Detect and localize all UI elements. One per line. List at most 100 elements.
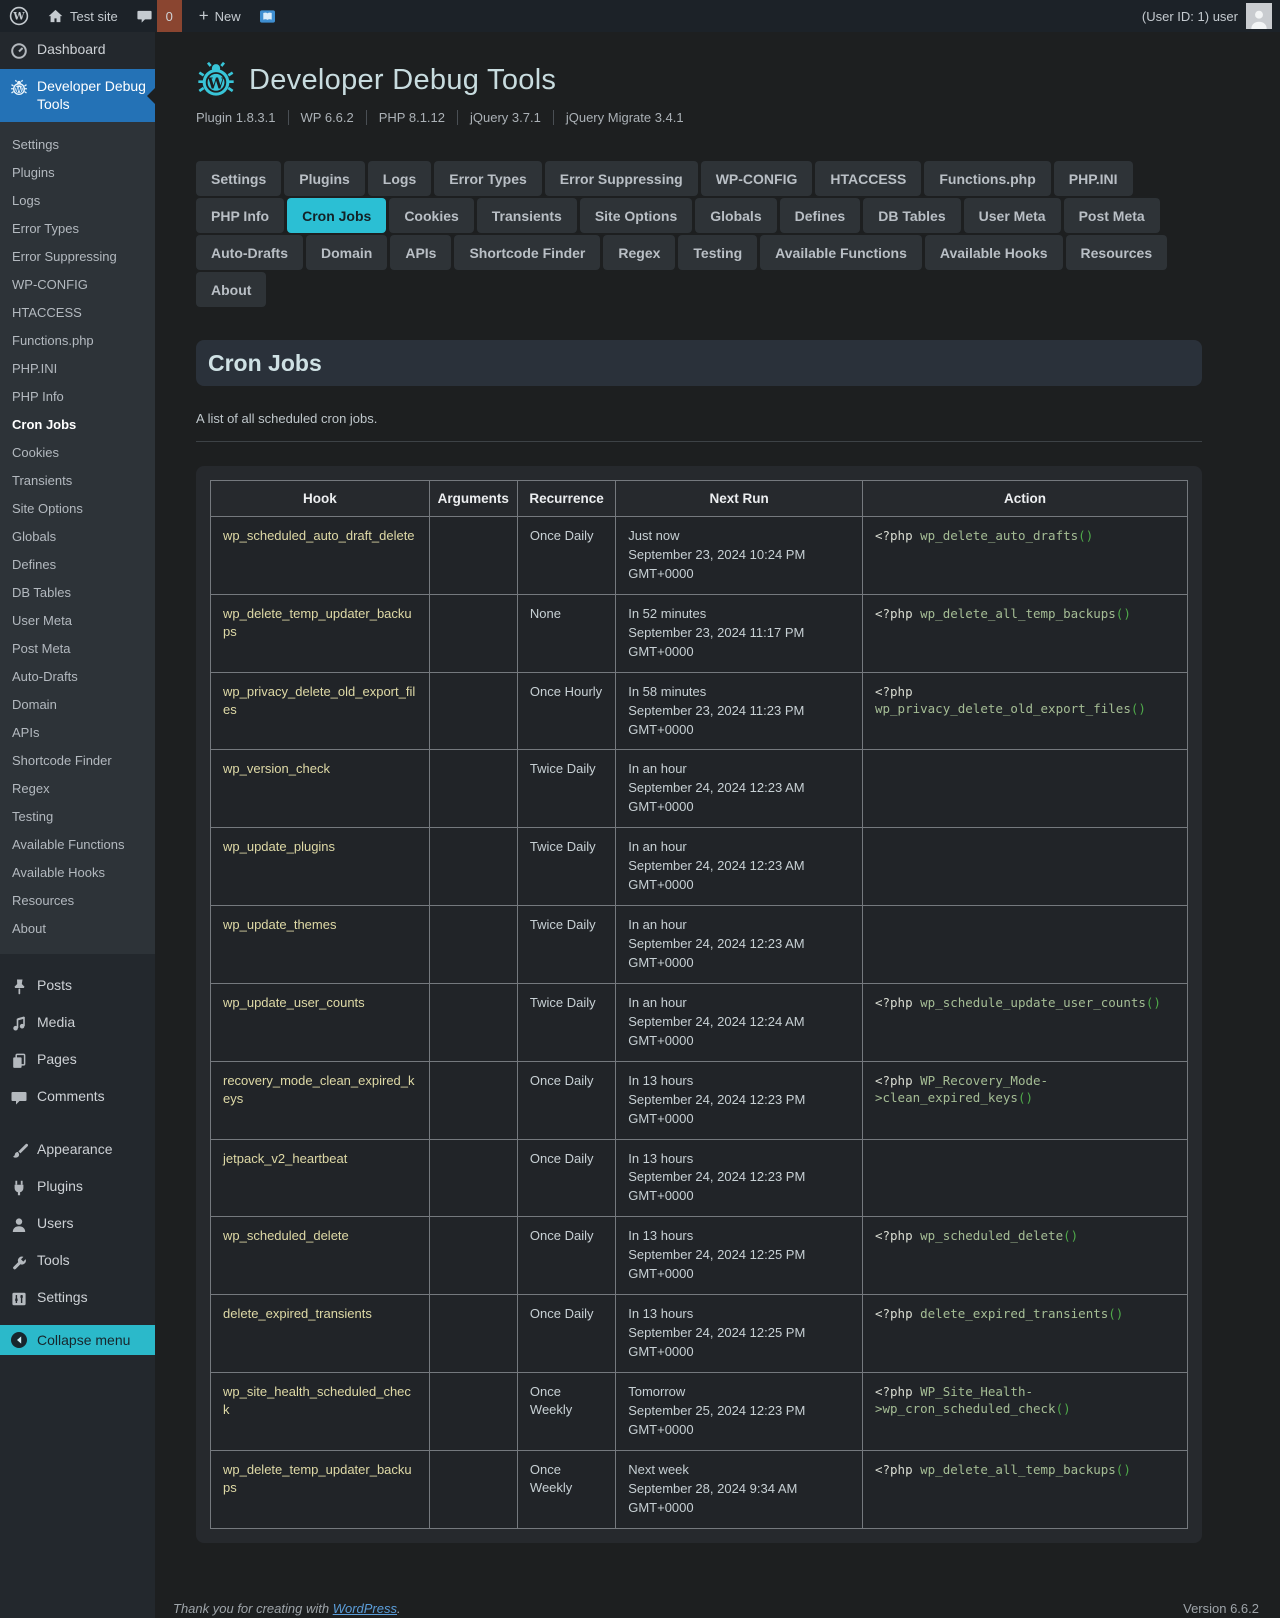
tab[interactable]: Plugins — [284, 161, 365, 196]
admin-footer: Thank you for creating with WordPress. V… — [173, 1601, 1259, 1618]
hook-cell: wp_update_themes — [211, 906, 430, 984]
tab[interactable]: Globals — [695, 198, 776, 233]
tab[interactable]: Shortcode Finder — [454, 235, 600, 270]
tab[interactable]: User Meta — [964, 198, 1061, 233]
tab[interactable]: Functions.php — [924, 161, 1050, 196]
tab[interactable]: Available Functions — [760, 235, 922, 270]
tab[interactable]: Testing — [678, 235, 757, 270]
sidebar-subitem[interactable]: Auto-Drafts — [0, 662, 155, 690]
tab[interactable]: Error Types — [434, 161, 542, 196]
sidebar-subitem[interactable]: Cookies — [0, 438, 155, 466]
callback-name: wp_scheduled_delete — [920, 1228, 1063, 1243]
sidebar-subitem[interactable]: Domain — [0, 690, 155, 718]
book-button[interactable] — [250, 0, 285, 32]
sidebar-subitem[interactable]: APIs — [0, 718, 155, 746]
sidebar-subitem[interactable]: Resources — [0, 886, 155, 914]
hook-cell: wp_scheduled_auto_draft_delete — [211, 517, 430, 595]
sidebar-item-tools[interactable]: Tools — [0, 1243, 155, 1280]
sidebar-subitem[interactable]: Defines — [0, 550, 155, 578]
sidebar-item-settings[interactable]: Settings — [0, 1280, 155, 1317]
sidebar-subitem[interactable]: PHP.INI — [0, 354, 155, 382]
tab[interactable]: Cron Jobs — [287, 198, 386, 233]
sidebar-subitem[interactable]: Site Options — [0, 494, 155, 522]
sidebar-subitem[interactable]: Cron Jobs — [0, 410, 155, 438]
sidebar-subitem[interactable]: Error Types — [0, 214, 155, 242]
sidebar-subitem[interactable]: Available Hooks — [0, 858, 155, 886]
sidebar-subitem[interactable]: Regex — [0, 774, 155, 802]
sidebar-subitem[interactable]: Plugins — [0, 158, 155, 186]
sidebar-subitem[interactable]: WP-CONFIG — [0, 270, 155, 298]
tab[interactable]: About — [196, 272, 266, 307]
sidebar-subitem[interactable]: HTACCESS — [0, 298, 155, 326]
tab[interactable]: Cookies — [389, 198, 473, 233]
sidebar-subitem[interactable]: Functions.php — [0, 326, 155, 354]
wordpress-link[interactable]: WordPress — [333, 1601, 397, 1616]
sidebar-subitem[interactable]: Error Suppressing — [0, 242, 155, 270]
sidebar-item-plugins[interactable]: Plugins — [0, 1169, 155, 1206]
hook-cell: delete_expired_transients — [211, 1295, 430, 1373]
sidebar-item-dashboard[interactable]: Dashboard — [0, 32, 155, 69]
tab[interactable]: Resources — [1066, 235, 1168, 270]
tab[interactable]: Regex — [603, 235, 675, 270]
sidebar-item-comments[interactable]: Comments — [0, 1079, 155, 1116]
sidebar-item-label: Media — [37, 1014, 75, 1032]
tab[interactable]: Auto-Drafts — [196, 235, 303, 270]
sidebar-subitem[interactable]: Globals — [0, 522, 155, 550]
tab[interactable]: HTACCESS — [815, 161, 921, 196]
sidebar-item-posts[interactable]: Posts — [0, 968, 155, 1005]
sidebar-subitem[interactable]: DB Tables — [0, 578, 155, 606]
tab[interactable]: Transients — [477, 198, 577, 233]
sidebar-subitem[interactable]: PHP Info — [0, 382, 155, 410]
sidebar-item-pages[interactable]: Pages — [0, 1042, 155, 1079]
tab[interactable]: PHP Info — [196, 198, 284, 233]
tab[interactable]: Site Options — [580, 198, 692, 233]
new-content-button[interactable]: + New — [190, 0, 250, 32]
tab[interactable]: Defines — [780, 198, 861, 233]
tab[interactable]: Error Suppressing — [545, 161, 698, 196]
sidebar-item-appearance[interactable]: Appearance — [0, 1132, 155, 1169]
sidebar-subitem[interactable]: Shortcode Finder — [0, 746, 155, 774]
comments-bubble-icon — [136, 8, 153, 25]
next-run-timezone: GMT+0000 — [628, 565, 850, 583]
next-run-cell: In an hour September 24, 2024 12:23 AM G… — [616, 906, 863, 984]
php-tag: <?php — [875, 995, 920, 1010]
tab[interactable]: Settings — [196, 161, 281, 196]
sidebar-item-users[interactable]: Users — [0, 1206, 155, 1243]
plugin-header: W Developer Debug Tools — [196, 60, 1202, 100]
arguments-cell — [429, 1217, 517, 1295]
tab[interactable]: Post Meta — [1064, 198, 1160, 233]
column-header: Action — [862, 481, 1187, 517]
tab[interactable]: DB Tables — [863, 198, 960, 233]
next-run-timezone: GMT+0000 — [628, 1343, 850, 1361]
wp-logo-button[interactable]: W — [0, 0, 38, 32]
svg-text:W: W — [207, 75, 226, 93]
tab[interactable]: Domain — [306, 235, 387, 270]
tab[interactable]: Available Hooks — [925, 235, 1063, 270]
comment-count-badge[interactable]: 0 — [157, 0, 182, 32]
site-name-button[interactable]: Test site — [38, 0, 127, 32]
next-run-timezone: GMT+0000 — [628, 721, 850, 739]
account-menu[interactable]: (User ID: 1) user — [1142, 3, 1280, 29]
next-run-date: September 23, 2024 11:23 PM — [628, 702, 850, 720]
comments-button[interactable] — [127, 0, 157, 32]
sidebar-subitem[interactable]: Available Functions — [0, 830, 155, 858]
hook-cell: wp_privacy_delete_old_export_files — [211, 672, 430, 750]
cron-table-panel: Hook Arguments Recurrence Next Run Actio… — [196, 466, 1202, 1543]
tab[interactable]: PHP.INI — [1054, 161, 1133, 196]
sidebar-subitem[interactable]: User Meta — [0, 606, 155, 634]
sidebar-item-media[interactable]: Media — [0, 1005, 155, 1042]
sidebar-subitem[interactable]: Transients — [0, 466, 155, 494]
media-icon — [10, 1015, 28, 1033]
sidebar-subitem[interactable]: Post Meta — [0, 634, 155, 662]
tab[interactable]: WP-CONFIG — [701, 161, 813, 196]
sidebar-subitem[interactable]: Settings — [0, 130, 155, 158]
php-tag: <?php — [875, 1228, 920, 1243]
collapse-menu-button[interactable]: Collapse menu — [0, 1325, 155, 1355]
sidebar-subitem[interactable]: Logs — [0, 186, 155, 214]
sidebar-subitem[interactable]: Testing — [0, 802, 155, 830]
tab[interactable]: Logs — [368, 161, 431, 196]
sidebar-subitem[interactable]: About — [0, 914, 155, 942]
sidebar-item-developer-debug-tools[interactable]: W Developer Debug Tools — [0, 69, 155, 122]
tab[interactable]: APIs — [390, 235, 451, 270]
footer-version: Version 6.6.2 — [1183, 1601, 1259, 1616]
